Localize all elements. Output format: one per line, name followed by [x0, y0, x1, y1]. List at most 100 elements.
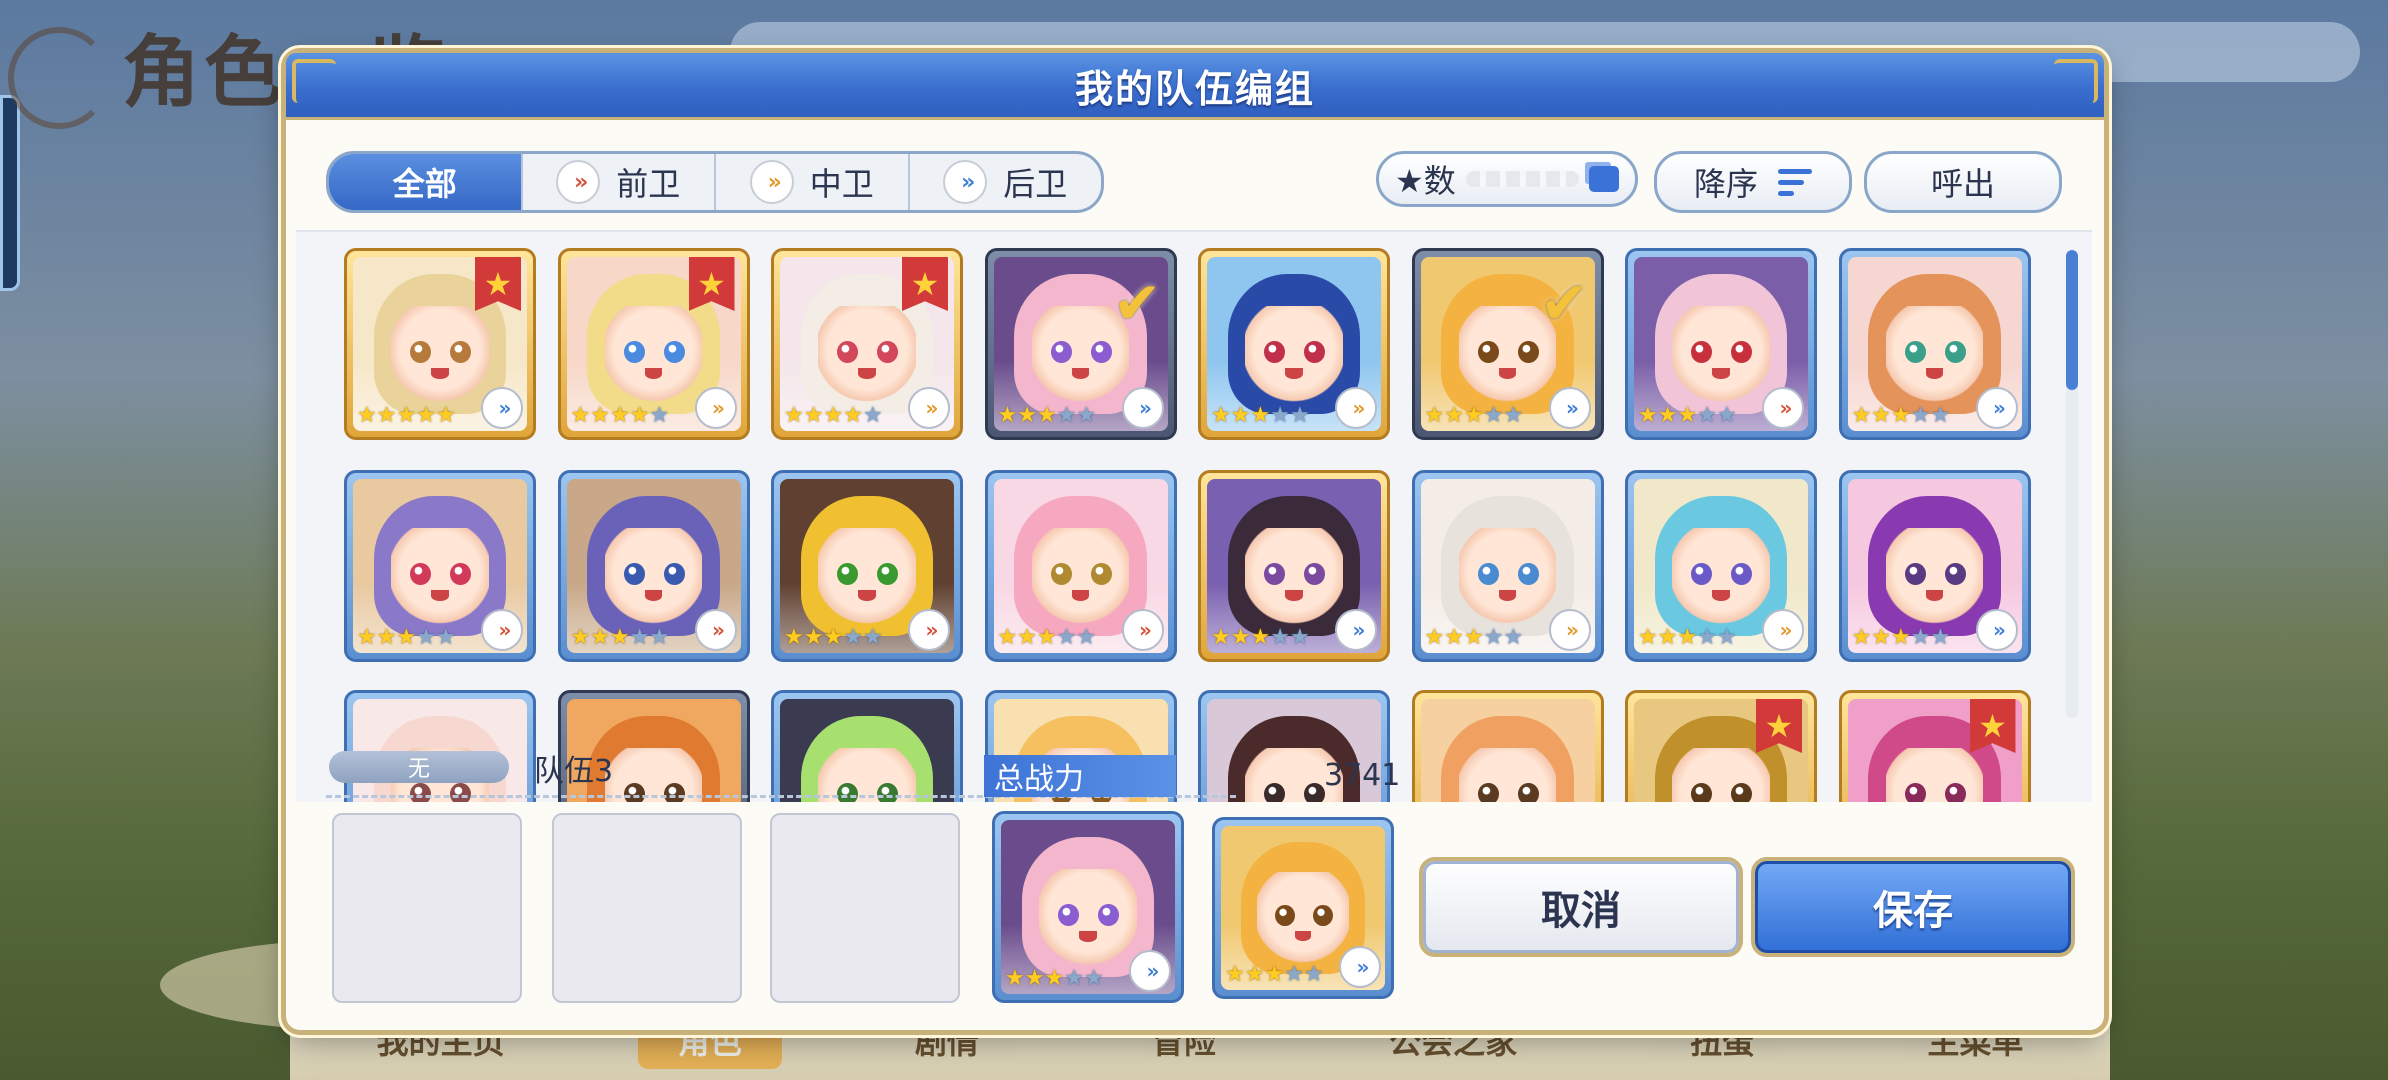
eye-shape: [1904, 782, 1926, 802]
back-role-icon: »: [1129, 950, 1171, 992]
call-button[interactable]: 呼出: [1864, 151, 2062, 213]
character-card[interactable]: ★★★★★»: [1411, 690, 1604, 802]
back-role-icon: »: [1975, 387, 2018, 429]
face-shape: [604, 305, 703, 404]
character-card[interactable]: ★★★★★»★: [344, 248, 536, 440]
front-role-icon: »: [481, 609, 523, 651]
star-rank: ★ ★ ★ ★ ★: [357, 405, 456, 427]
team-name[interactable]: 队伍3: [534, 746, 613, 790]
star-filled-icon: ★: [1225, 962, 1245, 987]
back-role-icon: »: [1548, 387, 1591, 429]
sort-mode-icon: [1589, 166, 1619, 192]
character-card[interactable]: ★★★★★»: [771, 690, 963, 802]
star-filled-icon: ★: [1264, 962, 1285, 987]
tab-back[interactable]: » 后卫: [910, 154, 1102, 210]
character-card[interactable]: ★★★★★»: [771, 470, 963, 662]
star-filled-icon: ★: [396, 625, 417, 650]
empty-team-slot[interactable]: [332, 813, 522, 1003]
star-empty-icon: ★: [1303, 962, 1324, 987]
character-card[interactable]: ★★★★★»★: [771, 248, 963, 440]
face-shape: [1885, 305, 1984, 404]
character-portrait: ★★★★★»: [1420, 479, 1595, 653]
character-portrait: ★ ★ ★ ★ ★» ✔: [1420, 257, 1595, 431]
character-card[interactable]: ★★★★★»: [984, 470, 1177, 662]
empty-team-slot[interactable]: [770, 813, 960, 1003]
back-role-icon: »: [1121, 387, 1164, 429]
star-filled-icon: ★: [1017, 403, 1037, 428]
face-shape: [818, 305, 916, 404]
favorite-ribbon-icon: ★: [1969, 699, 2016, 753]
team-member-card[interactable]: ★ ★ ★ ★ ★»: [1212, 817, 1394, 999]
front-role-icon: »: [556, 160, 601, 204]
mid-role-icon: »: [908, 387, 950, 429]
character-card[interactable]: ★★★★★»: [1198, 248, 1390, 440]
character-card[interactable]: ★★★★★»: [1838, 248, 2031, 440]
star-rank: ★ ★ ★ ★ ★: [784, 405, 883, 427]
character-card[interactable]: ★★★★★»: [1625, 248, 1817, 440]
save-button[interactable]: 保存: [1751, 857, 2075, 957]
character-card[interactable]: ★★★★★»★: [557, 248, 750, 440]
back-role-icon: »: [1335, 609, 1377, 651]
star-empty-icon: ★: [1503, 403, 1524, 428]
character-card[interactable]: ★ ★ ★ ★ ★» ✔: [984, 248, 1177, 440]
cancel-button[interactable]: 取消: [1419, 857, 1743, 957]
sort-by-stars-button[interactable]: ★数: [1376, 151, 1638, 207]
mouth-shape: [644, 368, 663, 379]
character-card[interactable]: ★★★★★»: [1411, 470, 1604, 662]
character-card[interactable]: ★★★★★»: [1198, 470, 1390, 662]
mouth-shape: [1285, 368, 1303, 379]
star-empty-icon: ★: [629, 625, 650, 650]
back-role-icon: »: [1339, 946, 1381, 988]
eye-shape: [1944, 782, 1966, 802]
face-shape: [1245, 305, 1343, 404]
tab-all[interactable]: 全部: [329, 154, 523, 210]
character-card[interactable]: ★★★★★»: [344, 470, 536, 662]
tab-front[interactable]: » 前卫: [523, 154, 716, 210]
eye-shape: [1477, 562, 1499, 586]
eye-shape: [663, 562, 685, 586]
star-filled-icon: ★: [1638, 403, 1658, 428]
star-filled-icon: ★: [629, 403, 650, 428]
star-empty-icon: ★: [1910, 625, 1931, 650]
star-rank: ★ ★ ★ ★ ★: [1225, 964, 1324, 986]
mouth-shape: [1925, 368, 1944, 379]
tab-mid[interactable]: » 中卫: [716, 154, 910, 210]
star-rank: ★ ★ ★ ★ ★: [1425, 405, 1524, 427]
dialog-title: 我的队伍编组: [1074, 66, 1315, 111]
eye-shape: [1304, 782, 1326, 802]
character-card[interactable]: ★★★★★»: [344, 690, 536, 802]
character-portrait: ★★★★★»: [1847, 479, 2022, 653]
character-card[interactable]: ★★★★★»: [1625, 470, 1817, 662]
eye-shape: [1691, 782, 1713, 802]
character-portrait: ★ ★ ★ ★ ★» ✔: [993, 257, 1168, 431]
star-filled-icon: ★: [1017, 625, 1037, 650]
star-filled-icon: ★: [1657, 625, 1678, 650]
mouth-shape: [1498, 590, 1517, 601]
star-filled-icon: ★: [1463, 403, 1484, 428]
star-filled-icon: ★: [1677, 625, 1698, 650]
eye-shape: [1090, 340, 1112, 364]
star-filled-icon: ★: [357, 403, 377, 428]
team-member-card[interactable]: ★ ★ ★ ★ ★»: [992, 811, 1184, 1003]
star-empty-icon: ★: [1930, 403, 1951, 428]
character-card[interactable]: ★★★★★»★: [1625, 690, 1817, 802]
scrollbar-thumb[interactable]: [2066, 250, 2078, 390]
face-shape: [604, 747, 703, 802]
face-shape: [1458, 747, 1557, 802]
grid-scrollbar[interactable]: [2066, 250, 2078, 718]
order-toggle-button[interactable]: 降序: [1654, 151, 1852, 213]
character-grid[interactable]: ★ ★ ★ ★ ★» ★ ★ ★ ★ ★ ★» ★ ★ ★ ★ ★ ★» ★ ★ ★ ★ ★ ★» ✔ ★ ★ ★ ★ ★» ★ ★ ★ ★ ★»…: [296, 230, 2092, 802]
star-empty-icon: ★: [1056, 625, 1077, 650]
character-card[interactable]: ★★★★★»: [557, 470, 750, 662]
character-portrait: ★★★★★»★: [353, 257, 527, 431]
star-filled-icon: ★: [1851, 403, 1872, 428]
mouth-shape: [858, 590, 876, 601]
call-label: 呼出: [1930, 165, 1995, 203]
star-filled-icon: ★: [784, 625, 804, 650]
star-empty-icon: ★: [1716, 403, 1737, 428]
character-card[interactable]: ★★★★★»★: [1838, 690, 2031, 802]
empty-team-slot[interactable]: [552, 813, 742, 1003]
character-card[interactable]: ★★★★★»: [1838, 470, 2031, 662]
character-card[interactable]: ★ ★ ★ ★ ★» ✔: [1411, 248, 1604, 440]
total-power-label: 总战力: [984, 755, 1176, 797]
